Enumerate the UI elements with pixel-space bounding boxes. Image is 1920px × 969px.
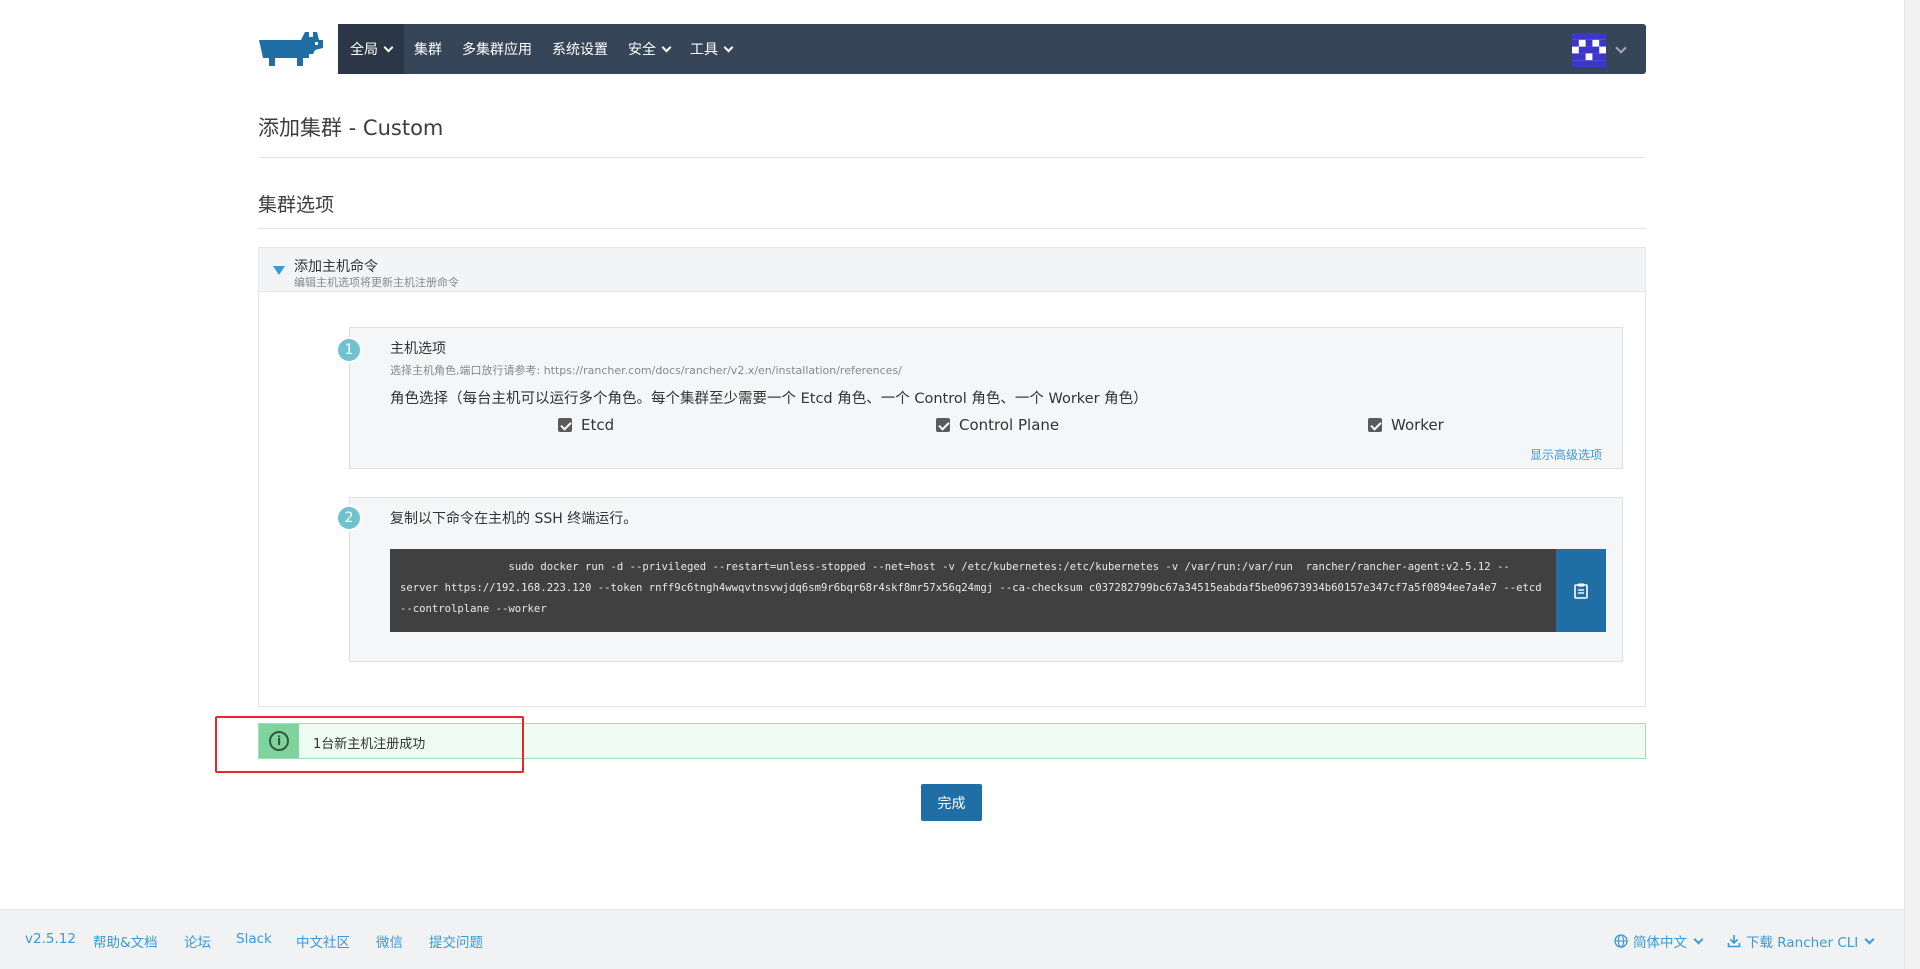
page: 全局 集群 多集群应用 系统设置 安全 工具 添加集群 - Custom 集群选…	[0, 0, 1920, 969]
etcd-checkbox[interactable]: Etcd	[558, 416, 614, 434]
footer-link-wechat[interactable]: 微信	[376, 931, 403, 951]
role-selection-text: 角色选择（每台主机可以运行多个角色。每个集群至少需要一个 Etcd 角色、一个 …	[390, 391, 1148, 407]
checkbox-checked-icon	[1368, 418, 1382, 432]
rancher-logo[interactable]	[257, 28, 325, 70]
vertical-scrollbar[interactable]	[1904, 0, 1920, 969]
footer-link-community[interactable]: 中文社区	[296, 931, 350, 951]
nav-multi-cluster-apps[interactable]: 多集群应用	[452, 24, 542, 74]
step-title: 复制以下命令在主机的 SSH 终端运行。	[390, 511, 638, 527]
chevron-down-icon	[661, 42, 672, 52]
registration-command[interactable]: sudo docker run -d --privileged --restar…	[390, 549, 1556, 632]
divider	[258, 228, 1646, 229]
footer-link-issue[interactable]: 提交问题	[429, 931, 483, 951]
control-plane-checkbox[interactable]: Control Plane	[936, 416, 1059, 434]
add-node-command-panel: 添加主机命令 编辑主机选项将更新主机注册命令 1 主机选项 选择主机角色,端口放…	[258, 247, 1646, 707]
chevron-down-icon	[383, 42, 394, 52]
done-button[interactable]: 完成	[921, 784, 982, 821]
section-title: 集群选项	[258, 194, 335, 216]
annotation-highlight-box	[215, 716, 524, 773]
nav-tools[interactable]: 工具	[680, 24, 742, 74]
footer-link-slack[interactable]: Slack	[236, 931, 272, 947]
user-avatar[interactable]	[1572, 33, 1606, 67]
triangle-down-icon	[273, 266, 285, 275]
nav-clusters[interactable]: 集群	[404, 24, 452, 74]
nav-global[interactable]: 全局	[338, 24, 404, 74]
clipboard-icon	[1574, 583, 1588, 599]
step-description: 选择主机角色,端口放行请参考: https://rancher.com/docs…	[390, 364, 902, 377]
nav-settings[interactable]: 系统设置	[542, 24, 618, 74]
divider	[258, 157, 1646, 158]
footer-link-forum[interactable]: 论坛	[184, 931, 211, 951]
checkbox-checked-icon	[558, 418, 572, 432]
chevron-down-icon	[1864, 934, 1875, 944]
page-title: 添加集群 - Custom	[258, 116, 444, 140]
nav-security[interactable]: 安全	[618, 24, 680, 74]
copy-command-step: 2 复制以下命令在主机的 SSH 终端运行。 sudo docker run -…	[336, 497, 1623, 662]
show-advanced-options-link[interactable]: 显示高级选项	[1530, 446, 1602, 463]
worker-checkbox[interactable]: Worker	[1368, 416, 1444, 434]
step-number: 2	[336, 505, 362, 531]
chevron-down-icon	[1693, 934, 1704, 944]
accordion-subtitle: 编辑主机选项将更新主机注册命令	[294, 276, 459, 289]
language-selector[interactable]: 简体中文	[1614, 931, 1704, 951]
download-cli-link[interactable]: 下载 Rancher CLI	[1727, 931, 1875, 951]
chevron-down-icon	[723, 42, 734, 52]
rancher-cow-icon	[259, 32, 323, 66]
node-options-step: 1 主机选项 选择主机角色,端口放行请参考: https://rancher.c…	[336, 327, 1623, 469]
chevron-down-icon[interactable]	[1615, 42, 1627, 54]
accordion-header[interactable]: 添加主机命令 编辑主机选项将更新主机注册命令	[259, 248, 1645, 292]
checkbox-checked-icon	[936, 418, 950, 432]
footer-link-docs[interactable]: 帮助&文档	[93, 931, 158, 951]
accordion-title: 添加主机命令	[294, 259, 378, 275]
copy-command-button[interactable]	[1556, 549, 1606, 632]
step-title: 主机选项	[390, 341, 446, 357]
globe-icon	[1614, 934, 1628, 948]
version-link[interactable]: v2.5.12	[25, 931, 76, 947]
step-number: 1	[336, 337, 362, 363]
download-icon	[1727, 935, 1741, 948]
top-navbar: 全局 集群 多集群应用 系统设置 安全 工具	[338, 24, 1646, 74]
identicon-icon	[1572, 33, 1606, 67]
footer: v2.5.12 帮助&文档 论坛 Slack 中文社区 微信 提交问题 简体中文…	[0, 909, 1904, 969]
